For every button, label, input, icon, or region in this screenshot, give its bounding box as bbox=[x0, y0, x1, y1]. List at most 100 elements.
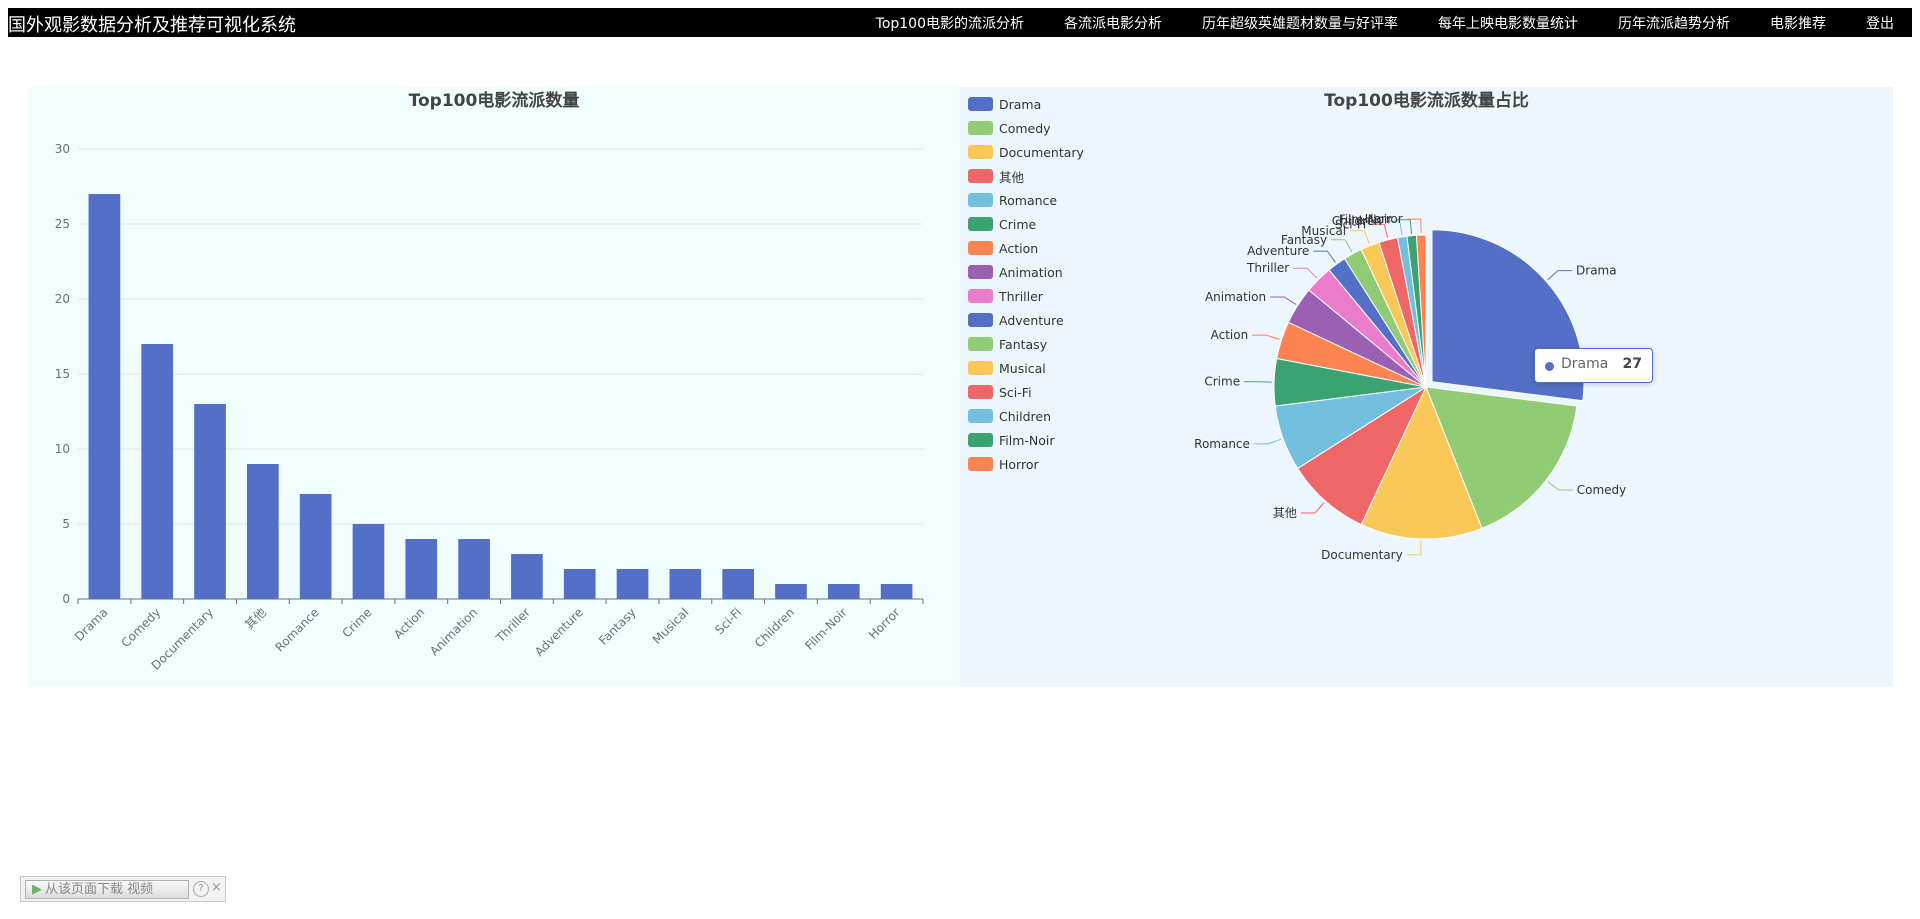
legend-swatch bbox=[968, 265, 993, 279]
legend-item-crime[interactable]: Crime bbox=[968, 212, 1084, 236]
nav-yearly-count[interactable]: 每年上映电影数量统计 bbox=[1438, 13, 1578, 33]
bar-horror[interactable] bbox=[880, 584, 913, 599]
label-leader-line bbox=[1350, 230, 1370, 244]
bar-film-noir[interactable] bbox=[827, 584, 860, 599]
label-leader-line bbox=[1253, 438, 1282, 445]
download-video-button[interactable]: ▶ 从该页面下载 视频 bbox=[25, 880, 189, 899]
nav-recommend[interactable]: 电影推荐 bbox=[1770, 13, 1826, 33]
bar-musical[interactable] bbox=[669, 569, 702, 599]
nav-menu: Top100电影的流派分析 各流派电影分析 历年超级英雄题材数量与好评率 每年上… bbox=[836, 8, 1894, 37]
bar-other[interactable] bbox=[247, 464, 279, 599]
legend-swatch bbox=[968, 193, 993, 207]
y-tick-label: 10 bbox=[55, 442, 70, 456]
legend-label: Romance bbox=[999, 192, 1058, 208]
x-tick-label: Film-Noir bbox=[802, 605, 850, 653]
x-tick-label: Adventure bbox=[532, 605, 586, 659]
legend-label: Action bbox=[999, 240, 1039, 256]
download-toolbar: ▶ 从该页面下载 视频 ? × bbox=[20, 876, 226, 902]
legend-swatch bbox=[968, 169, 993, 183]
label-leader-line bbox=[1547, 480, 1573, 491]
bar-chart: 051015202530Drama ComedyDocumentary 其他 Roma… bbox=[55, 142, 924, 673]
y-tick-label: 20 bbox=[55, 292, 70, 306]
legend-swatch bbox=[968, 313, 993, 327]
pie-label-animation: Animation bbox=[1205, 290, 1266, 304]
bar-animation[interactable] bbox=[458, 539, 490, 599]
legend-item-fantasy[interactable]: Fantasy bbox=[968, 332, 1084, 356]
legend-item-romance[interactable]: Romance bbox=[968, 188, 1084, 212]
help-icon[interactable]: ? bbox=[193, 881, 209, 897]
legend-label: Fantasy bbox=[999, 336, 1048, 352]
legend-item-animation[interactable]: Animation bbox=[968, 260, 1084, 284]
bar-romance[interactable] bbox=[299, 494, 332, 599]
pie-label-thriller: Thriller bbox=[1246, 261, 1289, 275]
legend-item-horror[interactable]: Horror bbox=[968, 452, 1084, 476]
x-tick-label: Thriller bbox=[493, 605, 533, 645]
legend-label: Comedy bbox=[999, 120, 1051, 136]
bar-crime[interactable] bbox=[352, 524, 385, 599]
legend-swatch bbox=[968, 145, 993, 159]
x-tick-label: Fantasy bbox=[596, 605, 639, 648]
legend-swatch bbox=[968, 217, 993, 231]
bar-thriller[interactable] bbox=[511, 554, 543, 599]
label-leader-line bbox=[1293, 267, 1318, 279]
legend-swatch bbox=[968, 337, 993, 351]
legend-swatch bbox=[968, 289, 993, 303]
bar-drama[interactable] bbox=[88, 194, 121, 599]
legend-item-thriller[interactable]: Thriller bbox=[968, 284, 1084, 308]
bar-fantasy[interactable] bbox=[616, 569, 649, 599]
legend-swatch bbox=[968, 385, 993, 399]
legend-label: Animation bbox=[999, 264, 1063, 280]
legend-label: Thriller bbox=[999, 288, 1043, 304]
legend-item-sci-fi[interactable]: Sci-Fi bbox=[968, 380, 1084, 404]
label-leader-line bbox=[1252, 334, 1280, 340]
label-leader-line bbox=[1547, 270, 1573, 281]
bar-sci-fi[interactable] bbox=[722, 569, 754, 599]
bar-adventure[interactable] bbox=[563, 569, 596, 599]
legend-item-film-noir[interactable]: Film-Noir bbox=[968, 428, 1084, 452]
legend-swatch bbox=[968, 409, 993, 423]
legend-item-other[interactable]: 其他 bbox=[968, 164, 1084, 188]
pie-chart: Drama Comedy Documentary 其他 Romance Crime Acti… bbox=[1194, 212, 1626, 562]
pie-label-drama: Drama bbox=[1576, 264, 1617, 278]
legend-swatch bbox=[968, 433, 993, 447]
legend-item-adventure[interactable]: Adventure bbox=[968, 308, 1084, 332]
legend-item-documentary[interactable]: Documentary bbox=[968, 140, 1084, 164]
bar-action[interactable] bbox=[405, 539, 438, 599]
x-tick-label: Crime bbox=[339, 605, 374, 640]
legend-item-comedy[interactable]: Comedy bbox=[968, 116, 1084, 140]
pie-label-action: Action bbox=[1211, 328, 1249, 342]
bar-comedy[interactable] bbox=[141, 344, 174, 599]
legend-item-drama[interactable]: Drama bbox=[968, 92, 1084, 116]
nav-superhero-stats[interactable]: 历年超级英雄题材数量与好评率 bbox=[1202, 13, 1398, 33]
x-tick-label: Comedy bbox=[118, 605, 163, 650]
bar-children[interactable] bbox=[775, 584, 807, 599]
pie-chart-panel: Top100电影流派数量占比 Drama Comedy Documentary 其他 R… bbox=[960, 87, 1893, 687]
x-tick-label: Children bbox=[752, 605, 797, 650]
nav-top100-genre[interactable]: Top100电影的流派分析 bbox=[876, 13, 1024, 33]
bar-chart-title: Top100电影流派数量 bbox=[408, 91, 580, 111]
pie-label-documentary: Documentary bbox=[1321, 548, 1403, 562]
nav-logout[interactable]: 登出 bbox=[1866, 13, 1894, 33]
legend-label: Film-Noir bbox=[999, 432, 1055, 448]
close-icon[interactable]: × bbox=[211, 880, 222, 895]
nav-genre-analysis[interactable]: 各流派电影分析 bbox=[1064, 13, 1162, 33]
legend-swatch bbox=[968, 361, 993, 375]
legend-item-children[interactable]: Children bbox=[968, 404, 1084, 428]
y-tick-label: 15 bbox=[55, 367, 70, 381]
legend-label: 其他 bbox=[999, 169, 1025, 185]
legend-label: Horror bbox=[999, 456, 1039, 472]
y-tick-label: 5 bbox=[62, 517, 70, 531]
legend-item-musical[interactable]: Musical bbox=[968, 356, 1084, 380]
legend-label: Sci-Fi bbox=[999, 384, 1032, 400]
x-tick-label: Animation bbox=[427, 605, 480, 658]
y-tick-label: 0 bbox=[62, 592, 70, 606]
x-tick-label: Romance bbox=[272, 605, 321, 654]
x-tick-label: Horror bbox=[866, 605, 903, 642]
legend-item-action[interactable]: Action bbox=[968, 236, 1084, 260]
legend-swatch bbox=[968, 97, 993, 111]
legend-swatch bbox=[968, 121, 993, 135]
bar-documentary[interactable] bbox=[194, 404, 226, 599]
nav-genre-trend[interactable]: 历年流派趋势分析 bbox=[1618, 13, 1730, 33]
tooltip-value: 27 bbox=[1622, 356, 1642, 372]
x-tick-label: Action bbox=[391, 605, 427, 641]
